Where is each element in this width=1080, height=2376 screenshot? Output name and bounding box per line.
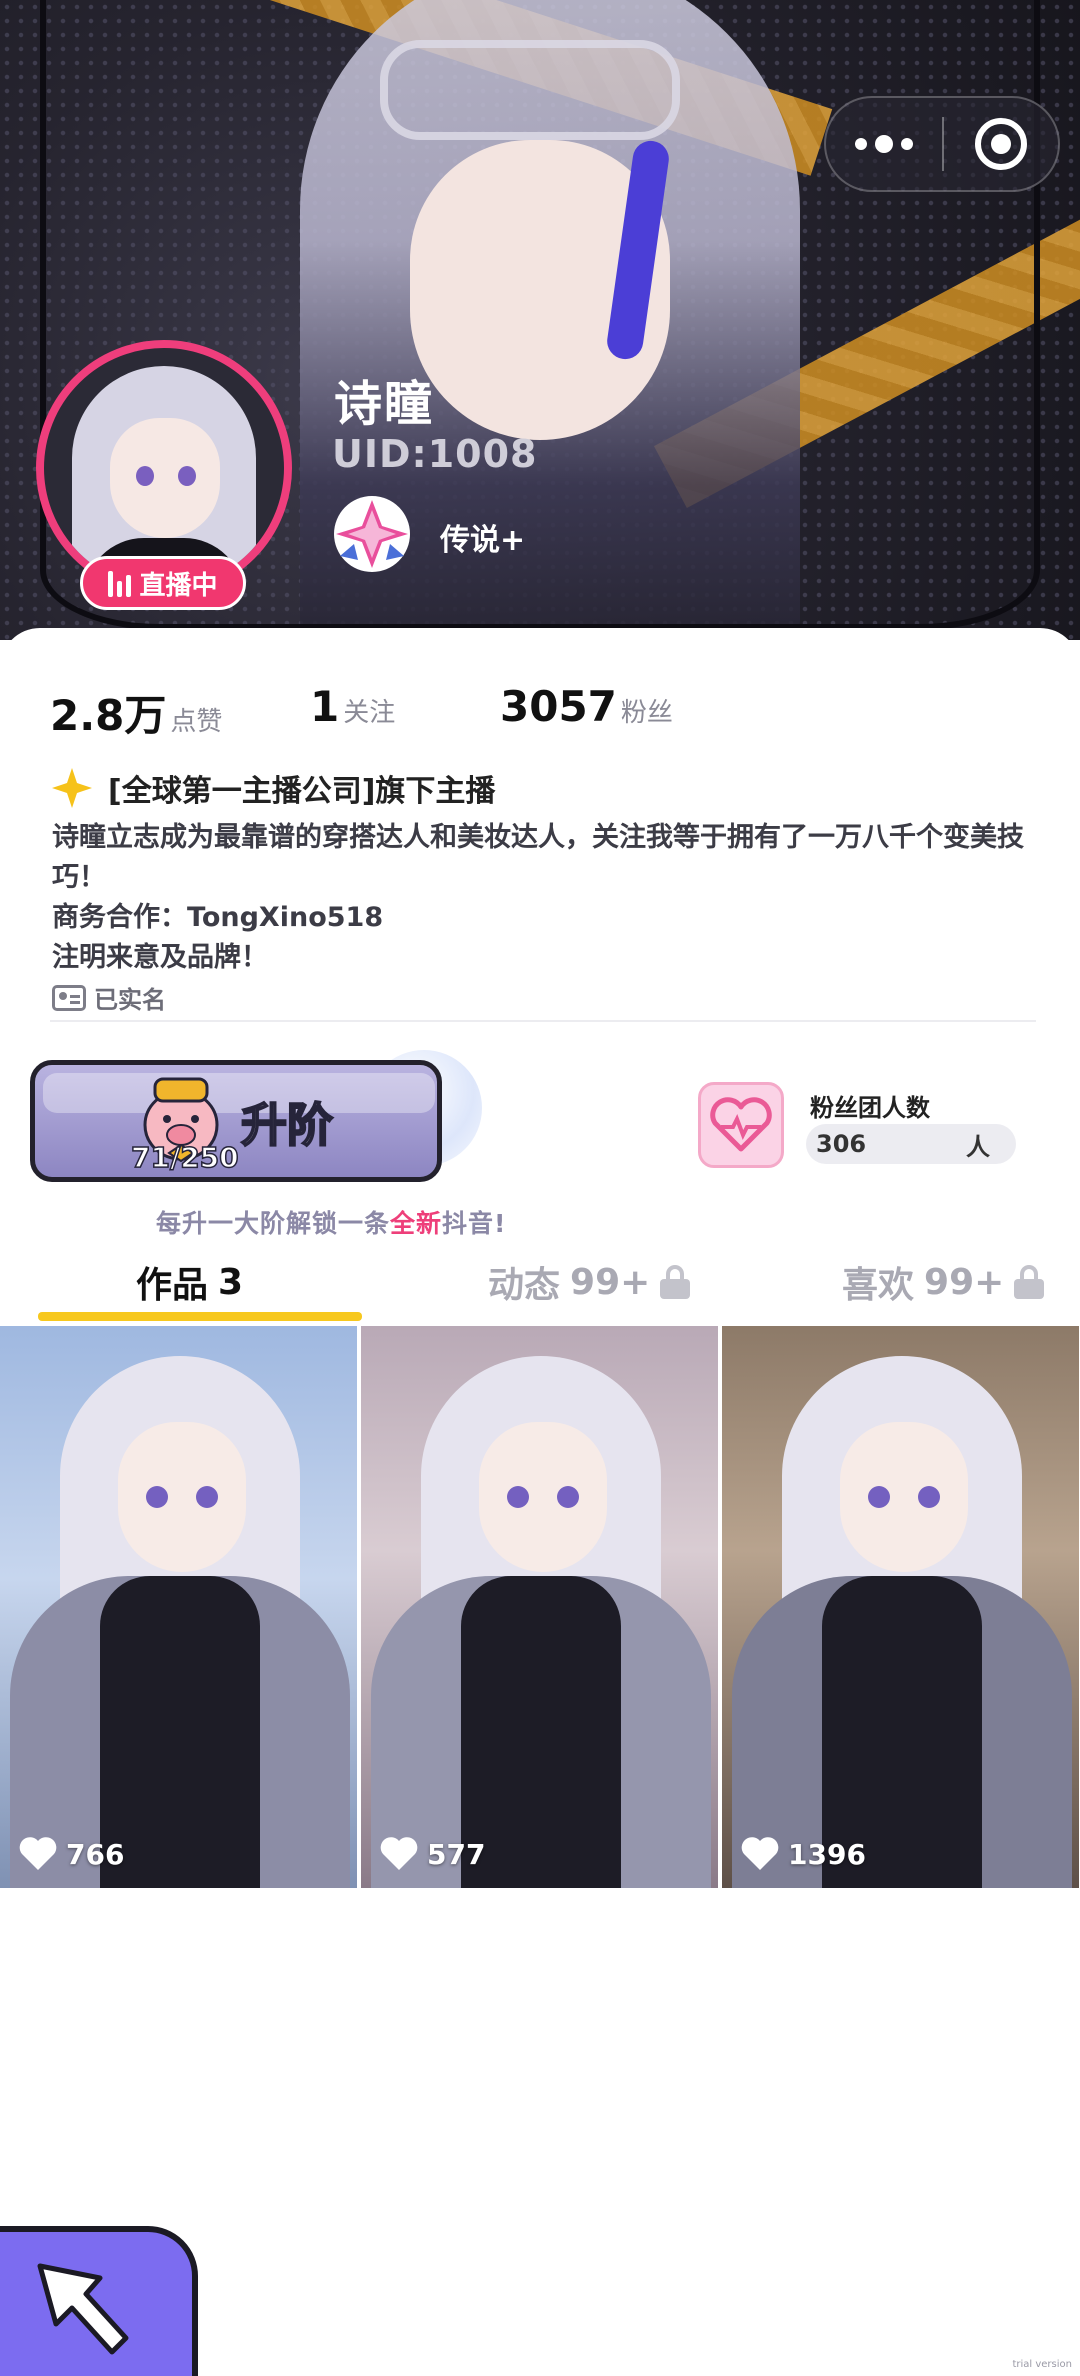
miniprogram-capsule (824, 96, 1060, 192)
upgrade-progress: 71/250 (130, 1140, 239, 1175)
tab-moments-label: 动态 (488, 1265, 561, 1306)
lock-icon (1014, 1265, 1045, 1299)
heart-icon (19, 1837, 57, 1870)
verified-badge: 已实名 (52, 980, 166, 1015)
video-likes-count: 1396 (788, 1837, 866, 1871)
bio-text: 诗瞳立志成为最靠谱的穿搭达人和美妆达人，关注我等于拥有了一万八千个变美技巧！ 商… (52, 822, 1024, 973)
divider (50, 1020, 1036, 1022)
likes-count: 2.8万 (50, 691, 167, 740)
video-likes: 1396 (740, 1836, 866, 1872)
live-badge-label: 直播中 (139, 570, 218, 601)
nickname: 诗瞳 (334, 376, 435, 432)
following-label: 关注 (343, 698, 396, 728)
stat-followers[interactable]: 3057 粉丝 (500, 682, 673, 731)
live-badge[interactable]: 直播中 (80, 556, 246, 610)
following-count: 1 (310, 682, 340, 731)
watermark: trial version (1012, 2359, 1072, 2370)
tagline-text: [全球第一主播公司]旗下主播 (108, 774, 496, 809)
unlock-tip-after: 抖音! (442, 1209, 507, 1238)
floating-tap-button[interactable] (0, 2226, 198, 2376)
live-bars-icon (108, 569, 132, 597)
video-likes: 577 (379, 1836, 485, 1872)
unlock-tip-highlight: 全新 (390, 1209, 443, 1238)
video-thumbnail[interactable]: 766 (0, 1326, 357, 1888)
tab-likes-label: 喜欢 (842, 1265, 915, 1306)
tab-works-count: 3 (218, 1261, 244, 1303)
tab-works[interactable]: 作品 3 (136, 1250, 243, 1314)
video-likes-count: 766 (66, 1837, 125, 1871)
target-close-icon[interactable] (944, 98, 1058, 190)
unlock-tip: 每升一大阶解锁一条全新抖音! (156, 1204, 506, 1240)
tab-likes[interactable]: 喜欢 99+ (842, 1250, 1045, 1314)
rank-star-icon (334, 496, 410, 572)
tab-moments[interactable]: 动态 99+ (488, 1250, 691, 1314)
sparkle-star-icon (52, 768, 92, 808)
fan-club-title: 粉丝团人数 (810, 1094, 930, 1122)
video-likes: 766 (18, 1836, 124, 1872)
fan-club-heart-icon[interactable] (698, 1082, 784, 1168)
video-thumbnail[interactable]: 577 (361, 1326, 718, 1888)
fan-club-count: 306 (816, 1130, 867, 1158)
fan-club-unit: 人 (966, 1132, 990, 1161)
tab-likes-count: 99+ (924, 1261, 1005, 1303)
tagline: [全球第一主播公司]旗下主播 (50, 766, 495, 810)
rank-label: 传说+ (440, 523, 526, 558)
verified-label: 已实名 (94, 986, 166, 1014)
video-likes-count: 577 (427, 1837, 486, 1871)
tab-works-label: 作品 (136, 1265, 209, 1306)
video-grid: 766 577 1396 (0, 1326, 1080, 1888)
lock-icon (660, 1265, 691, 1299)
stat-likes[interactable]: 2.8万 点赞 (50, 682, 222, 743)
stat-following[interactable]: 1 关注 (310, 682, 395, 731)
user-id: UID:1008 (332, 432, 538, 476)
followers-count: 3057 (500, 682, 617, 731)
heart-icon (741, 1837, 779, 1870)
fan-club-count-pill[interactable]: 306 人 (806, 1124, 1016, 1164)
upgrade-button[interactable]: 升阶 71/250 (30, 1060, 442, 1182)
likes-label: 点赞 (170, 707, 223, 737)
video-thumbnail[interactable]: 1396 (722, 1326, 1079, 1888)
upgrade-label: 升阶 (240, 1097, 334, 1153)
more-dots-icon[interactable] (826, 98, 942, 190)
tab-moments-count: 99+ (570, 1261, 651, 1303)
heart-icon (380, 1837, 418, 1870)
id-card-icon (52, 984, 86, 1011)
followers-label: 粉丝 (620, 698, 673, 728)
unlock-tip-before: 每升一大阶解锁一条 (156, 1209, 391, 1238)
active-tab-indicator (38, 1312, 362, 1321)
pointer-arrow-icon (37, 2263, 129, 2355)
